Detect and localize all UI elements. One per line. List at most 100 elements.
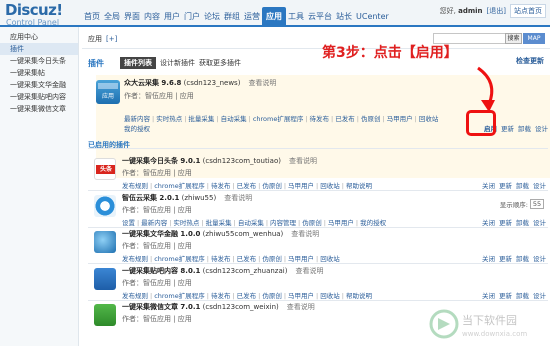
map-button[interactable]: MAP	[523, 33, 545, 44]
plugin-action-3[interactable]: 设计	[533, 253, 546, 263]
plugin-link-1[interactable]: chrome扩展程序	[154, 182, 205, 190]
hp-link-7[interactable]: 伪原创	[361, 115, 381, 123]
nav-item-3[interactable]: 内容	[142, 7, 162, 27]
plugin-link-1[interactable]: chrome扩展程序	[154, 292, 205, 300]
add-shortcut-link[interactable]: [+]	[106, 35, 117, 43]
plugin-link-3[interactable]: 已发布	[237, 182, 257, 190]
plugin-link-1[interactable]: chrome扩展程序	[154, 255, 205, 263]
plugin-link-8[interactable]: 我的授权	[360, 219, 386, 227]
nav-item-8[interactable]: 运营	[242, 7, 262, 27]
plugin-doc-link[interactable]: 查看说明	[224, 194, 252, 202]
plugin-action-1[interactable]: 更新	[499, 253, 512, 263]
plugin-link-7[interactable]: 马甲用户	[328, 219, 354, 227]
plugin-action-2[interactable]: 卸载	[516, 253, 529, 263]
plugin-link-4[interactable]: 自动采集	[238, 219, 264, 227]
hp-link-3[interactable]: 自动采集	[221, 115, 247, 123]
plugin-action-0[interactable]: 关闭	[482, 217, 495, 227]
plugin-doc-link[interactable]: 查看说明	[295, 267, 323, 275]
hp-doc-link[interactable]: 查看说明	[248, 79, 276, 87]
plugin-action-1[interactable]: 更新	[499, 217, 512, 227]
nav-item-4[interactable]: 用户	[162, 7, 182, 27]
plugin-link-6[interactable]: 伪原创	[302, 219, 322, 227]
plugin-link-4[interactable]: 伪原创	[262, 255, 282, 263]
plugin-action-0[interactable]: 关闭	[482, 180, 495, 190]
nav-item-2[interactable]: 界面	[122, 7, 142, 27]
plugin-link-2[interactable]: 待发布	[211, 292, 231, 300]
order-label: 显示顺序:	[499, 201, 528, 209]
plugin-link-5[interactable]: 马甲用户	[288, 255, 314, 263]
plugin-link-6[interactable]: 回收站	[320, 182, 340, 190]
hp-action-2[interactable]: 卸载	[518, 123, 531, 133]
plugin-doc-link[interactable]: 查看说明	[287, 303, 315, 311]
nav-item-0[interactable]: 首页	[82, 7, 102, 27]
plugin-action-0[interactable]: 关闭	[482, 253, 495, 263]
hp-link-0[interactable]: 最新内容	[124, 115, 150, 123]
order-input[interactable]: 55	[530, 199, 544, 209]
plugin-link-0[interactable]: 发布规则	[122, 292, 148, 300]
nav-item-7[interactable]: 群组	[222, 7, 242, 27]
nav-item-11[interactable]: 云平台	[306, 7, 334, 27]
plugin-action-3[interactable]: 设计	[533, 290, 546, 300]
plugin-link-3[interactable]: 批量采集	[206, 219, 232, 227]
plugin-link-2[interactable]: 实时热点	[173, 219, 199, 227]
tab-0[interactable]: 插件列表	[120, 57, 156, 69]
logout-link[interactable]: [退出]	[487, 6, 506, 16]
sidebar-item-4[interactable]: 一键采集文华金融	[0, 79, 78, 91]
plugin-link-0[interactable]: 发布规则	[122, 255, 148, 263]
plugin-link-3[interactable]: 已发布	[237, 292, 257, 300]
plugin-link-4[interactable]: 伪原创	[262, 292, 282, 300]
plugin-link-6[interactable]: 回收站	[320, 255, 340, 263]
nav-item-9[interactable]: 应用	[262, 7, 286, 27]
sidebar-item-0[interactable]: 应用中心	[0, 31, 78, 43]
sidebar-item-2[interactable]: 一键采集今日头条	[0, 55, 78, 67]
plugin-link-5[interactable]: 马甲用户	[288, 182, 314, 190]
plugin-action-3[interactable]: 设计	[533, 180, 546, 190]
tab-1[interactable]: 设计新插件	[160, 58, 195, 68]
plugin-link-7[interactable]: 帮助说明	[346, 182, 372, 190]
plugin-link-5[interactable]: 内容管理	[270, 219, 296, 227]
hp-link-1[interactable]: 实时热点	[156, 115, 182, 123]
plugin-link-2[interactable]: 待发布	[211, 182, 231, 190]
hp-action-3[interactable]: 设计	[535, 123, 548, 133]
nav-item-5[interactable]: 门户	[182, 7, 202, 27]
plugin-action-2[interactable]: 卸载	[516, 290, 529, 300]
search-button[interactable]: 搜索	[505, 33, 522, 44]
sidebar-item-1[interactable]: 插件	[0, 43, 78, 55]
hp-link-4[interactable]: chrome扩展程序	[253, 115, 304, 123]
nav-item-13[interactable]: UCenter	[354, 7, 391, 27]
plugin-action-2[interactable]: 卸载	[516, 217, 529, 227]
hp-link-6[interactable]: 已发布	[335, 115, 355, 123]
hp-link-5[interactable]: 待发布	[310, 115, 330, 123]
plugin-link-4[interactable]: 伪原创	[262, 182, 282, 190]
plugin-link-2[interactable]: 待发布	[211, 255, 231, 263]
tab-2[interactable]: 获取更多插件	[199, 58, 241, 68]
plugin-link-7[interactable]: 帮助说明	[346, 292, 372, 300]
sidebar-item-6[interactable]: 一键采集微信文章	[0, 103, 78, 115]
plugin-link-0[interactable]: 设置	[122, 219, 135, 227]
site-home-button[interactable]: 站点首页	[510, 4, 546, 18]
plugin-action-1[interactable]: 更新	[499, 290, 512, 300]
nav-item-1[interactable]: 全局	[102, 7, 122, 27]
plugin-link-3[interactable]: 已发布	[237, 255, 257, 263]
nav-item-10[interactable]: 工具	[286, 7, 306, 27]
hp-link-9[interactable]: 回收站	[419, 115, 439, 123]
hp-link-8[interactable]: 马甲用户	[387, 115, 413, 123]
check-update-link[interactable]: 检查更新	[516, 56, 544, 66]
plugin-link-0[interactable]: 发布规则	[122, 182, 148, 190]
plugin-link-1[interactable]: 最新内容	[141, 219, 167, 227]
plugin-action-2[interactable]: 卸载	[516, 180, 529, 190]
plugin-link-6[interactable]: 回收站	[320, 292, 340, 300]
plugin-link-5[interactable]: 马甲用户	[288, 292, 314, 300]
sidebar-item-3[interactable]: 一键采集帖	[0, 67, 78, 79]
sidebar-item-5[interactable]: 一键采集贴吧内容	[0, 91, 78, 103]
nav-item-12[interactable]: 站长	[334, 7, 354, 27]
hp-action-1[interactable]: 更新	[501, 123, 514, 133]
plugin-action-3[interactable]: 设计	[533, 217, 546, 227]
plugin-doc-link[interactable]: 查看说明	[291, 230, 319, 238]
plugin-doc-link[interactable]: 查看说明	[289, 157, 317, 165]
nav-item-6[interactable]: 论坛	[202, 7, 222, 27]
hp-link-2[interactable]: 批量采集	[188, 115, 214, 123]
hp2-link-0[interactable]: 我的授权	[124, 125, 150, 133]
plugin-action-1[interactable]: 更新	[499, 180, 512, 190]
plugin-action-0[interactable]: 关闭	[482, 290, 495, 300]
